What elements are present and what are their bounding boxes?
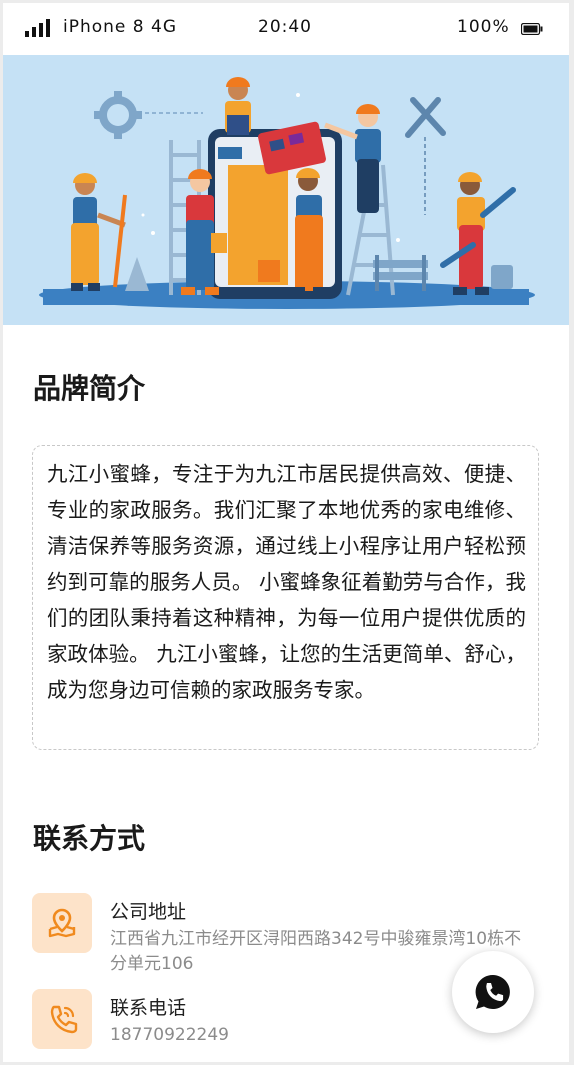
contact-section-title: 联系方式 bbox=[33, 822, 146, 855]
hero-banner bbox=[3, 55, 569, 325]
brand-section-title: 品牌简介 bbox=[33, 372, 146, 405]
repair-workers-illustration bbox=[39, 77, 535, 309]
chat-call-button[interactable] bbox=[452, 951, 534, 1033]
carrier-label: iPhone 8 4G bbox=[63, 17, 177, 37]
signal-icon bbox=[25, 19, 50, 37]
chat-phone-icon bbox=[475, 974, 510, 1009]
location-map-icon bbox=[32, 893, 92, 953]
status-bar: iPhone 8 4G 20:40 100% bbox=[3, 3, 569, 55]
phone-icon bbox=[32, 989, 92, 1049]
phone-label: 联系电话 bbox=[110, 997, 187, 1019]
battery-level: 100% bbox=[457, 17, 510, 37]
brand-description-card: 九江小蜜蜂，专注于为九江市居民提供高效、便捷、专业的家政服务。我们汇聚了本地优秀… bbox=[32, 445, 539, 750]
address-label: 公司地址 bbox=[110, 901, 187, 923]
phone-screen: iPhone 8 4G 20:40 100% 品牌简介 九江小蜜蜂，专注于为九江… bbox=[3, 3, 569, 1062]
battery-icon bbox=[521, 23, 543, 35]
clock: 20:40 bbox=[258, 17, 312, 37]
phone-value: 18770922249 bbox=[110, 1025, 229, 1045]
brand-description: 九江小蜜蜂，专注于为九江市居民提供高效、便捷、专业的家政服务。我们汇聚了本地优秀… bbox=[47, 462, 526, 702]
